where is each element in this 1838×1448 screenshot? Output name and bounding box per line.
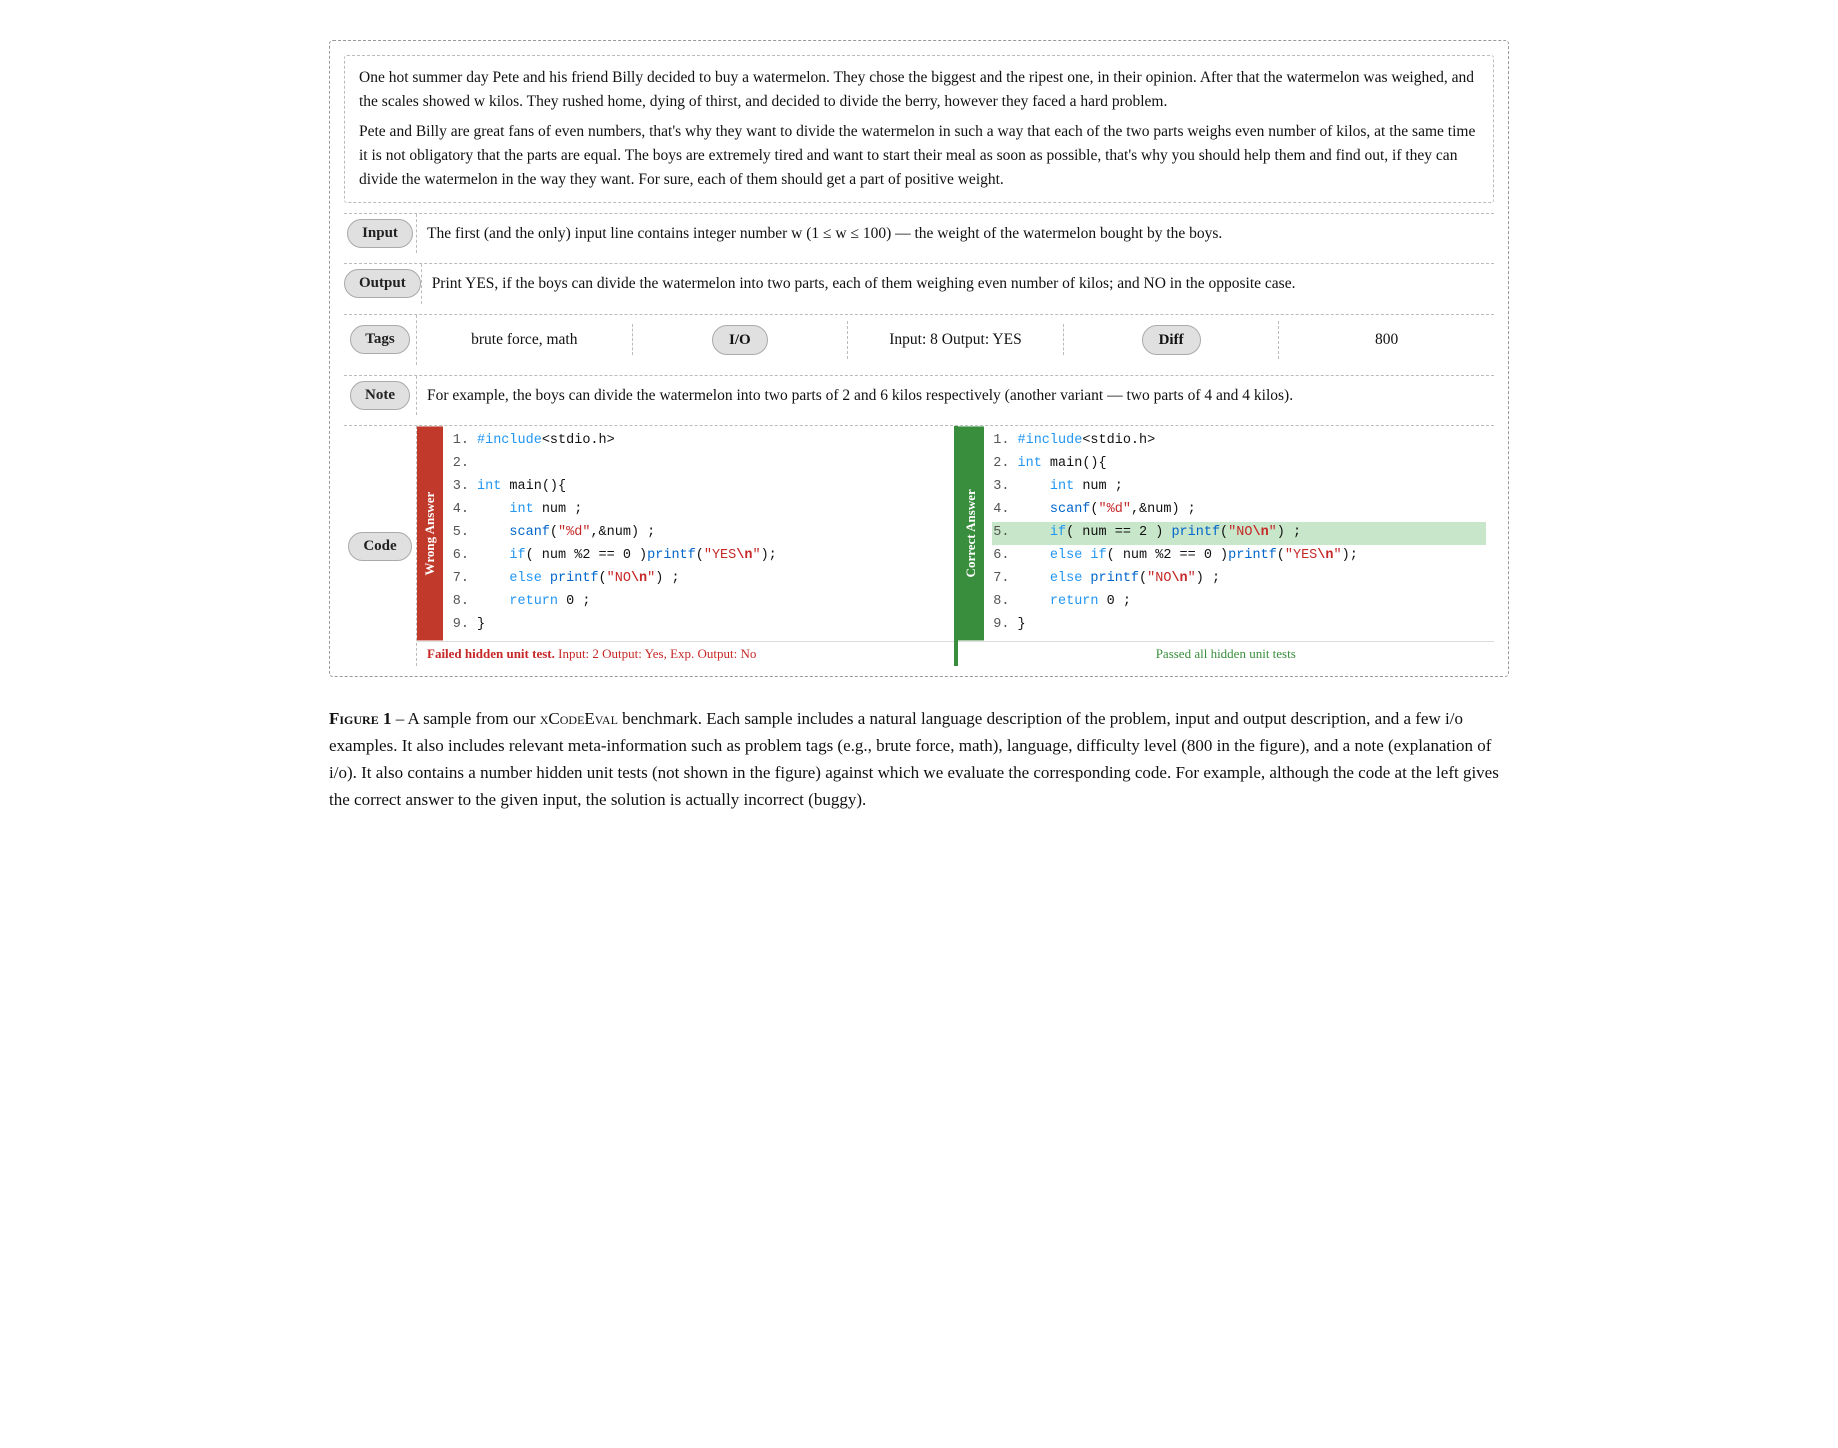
- tags-label-cell: Tags: [344, 315, 416, 366]
- io-bubble: I/O: [712, 325, 768, 356]
- wrong-code-lines: 1. #include<stdio.h> 2. 3. int main(){: [443, 426, 954, 640]
- figure-caption: Figure 1 – A sample from our xCodeEval b…: [329, 705, 1509, 814]
- code-line-w9: 9. }: [451, 614, 946, 637]
- tags-bubble: Tags: [350, 325, 409, 354]
- code-label-cell: Code: [344, 426, 416, 665]
- wrong-answer-panel: Wrong Answer 1. #include<stdio.h> 2. 3.: [417, 426, 958, 665]
- code-line-w3: 3. int main(){: [451, 476, 946, 499]
- output-row: Output Print YES, if the boys can divide…: [344, 263, 1494, 303]
- code-line-w1: 1. #include<stdio.h>: [451, 430, 946, 453]
- input-row: Input The first (and the only) input lin…: [344, 213, 1494, 253]
- code-line-w6: 6. if( num %2 == 0 )printf("YES\n");: [451, 545, 946, 568]
- correct-answer-bar: Correct Answer: [958, 426, 984, 640]
- correct-answer-panel: Correct Answer 1. #include<stdio.h> 2. i…: [958, 426, 1495, 665]
- wrong-answer-bar: Wrong Answer: [417, 426, 443, 640]
- tags-diff-cell: Diff: [1064, 321, 1280, 360]
- diff-bubble: Diff: [1142, 325, 1201, 356]
- code-line-r5: 5. if( num == 2 ) printf("NO\n") ;: [992, 522, 1487, 545]
- code-line-w8: 8. return 0 ;: [451, 591, 946, 614]
- wrong-code-content: Wrong Answer 1. #include<stdio.h> 2. 3.: [417, 426, 954, 640]
- note-bubble: Note: [350, 381, 410, 410]
- input-content: The first (and the only) input line cont…: [416, 214, 1494, 253]
- code-line-w4: 4. int num ;: [451, 499, 946, 522]
- note-row: Note For example, the boys can divide th…: [344, 375, 1494, 415]
- tags-io-cell: I/O: [633, 321, 849, 360]
- figure-box: One hot summer day Pete and his friend B…: [329, 40, 1509, 677]
- problem-desc-1: One hot summer day Pete and his friend B…: [359, 66, 1479, 114]
- tags-brute-force: brute force, math: [417, 324, 633, 355]
- code-line-r9: 9. }: [992, 614, 1487, 637]
- problem-description: One hot summer day Pete and his friend B…: [344, 55, 1494, 203]
- input-bubble: Input: [347, 219, 413, 248]
- input-label-cell: Input: [344, 214, 416, 253]
- code-line-r4: 4. scanf("%d",&num) ;: [992, 499, 1487, 522]
- wrong-footer: Failed hidden unit test. Input: 2 Output…: [417, 641, 954, 666]
- code-line-w7: 7. else printf("NO\n") ;: [451, 568, 946, 591]
- code-panels: Wrong Answer 1. #include<stdio.h> 2. 3.: [416, 426, 1494, 665]
- code-line-r1: 1. #include<stdio.h>: [992, 430, 1487, 453]
- code-line-w5: 5. scanf("%d",&num) ;: [451, 522, 946, 545]
- code-bubble: Code: [348, 532, 411, 561]
- note-content: For example, the boys can divide the wat…: [416, 376, 1494, 415]
- xcodeeval-label: xCodeEval: [540, 709, 618, 728]
- correct-footer: Passed all hidden unit tests: [958, 641, 1495, 666]
- code-line-r6: 6. else if( num %2 == 0 )printf("YES\n")…: [992, 545, 1487, 568]
- output-content: Print YES, if the boys can divide the wa…: [421, 264, 1494, 303]
- code-line-w2: 2.: [451, 453, 946, 476]
- code-line-r3: 3. int num ;: [992, 476, 1487, 499]
- figure-label: Figure 1: [329, 709, 391, 728]
- tags-io-value: Input: 8 Output: YES: [848, 324, 1064, 355]
- correct-code-content: Correct Answer 1. #include<stdio.h> 2. i…: [958, 426, 1495, 640]
- note-label-cell: Note: [344, 376, 416, 415]
- tags-diff-value: 800: [1279, 324, 1494, 355]
- correct-code-lines: 1. #include<stdio.h> 2. int main(){ 3. i…: [984, 426, 1495, 640]
- code-line-r7: 7. else printf("NO\n") ;: [992, 568, 1487, 591]
- code-line-r8: 8. return 0 ;: [992, 591, 1487, 614]
- output-bubble: Output: [344, 269, 421, 298]
- output-label-cell: Output: [344, 264, 421, 303]
- code-row: Code Wrong Answer 1. #include<stdio.h> 2…: [344, 425, 1494, 665]
- tags-row: Tags brute force, math I/O Input: 8 Outp…: [344, 314, 1494, 366]
- code-line-r2: 2. int main(){: [992, 453, 1487, 476]
- tags-content: brute force, math I/O Input: 8 Output: Y…: [416, 315, 1494, 366]
- problem-desc-2: Pete and Billy are great fans of even nu…: [359, 120, 1479, 192]
